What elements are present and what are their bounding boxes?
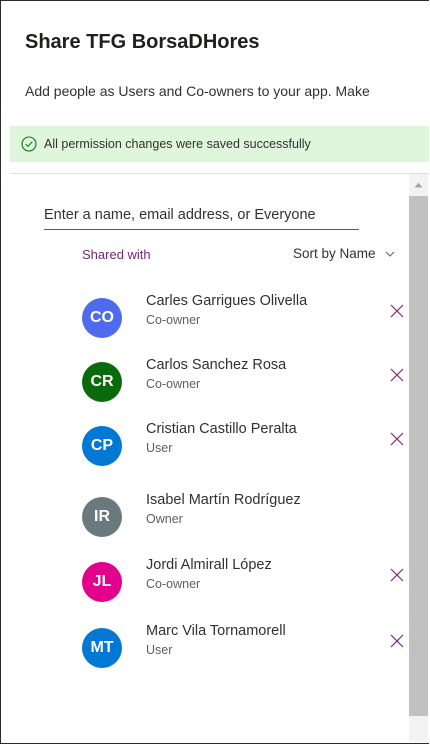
shared-user-row: CO Carles Garrigues Olivella Co-owner bbox=[82, 293, 412, 346]
shared-user-row: MT Marc Vila Tornamorell User bbox=[82, 623, 412, 676]
share-dialog: Share TFG BorsaDHores Add people as User… bbox=[0, 0, 429, 744]
shared-user-row: CP Cristian Castillo Peralta User bbox=[82, 421, 412, 474]
scroll-up-arrow-icon[interactable] bbox=[409, 174, 428, 196]
user-role: Co-owner bbox=[146, 377, 201, 391]
user-name: Carlos Sanchez Rosa bbox=[146, 357, 287, 373]
user-name: Marc Vila Tornamorell bbox=[146, 623, 286, 639]
success-message-text: All permission changes were saved succes… bbox=[44, 137, 311, 151]
remove-user-icon[interactable] bbox=[390, 304, 404, 318]
dialog-title: Share TFG BorsaDHores bbox=[25, 31, 260, 53]
avatar: JL bbox=[82, 562, 122, 602]
scrollbar-thumb[interactable] bbox=[409, 196, 428, 716]
shared-user-row: CR Carlos Sanchez Rosa Co-owner bbox=[82, 357, 412, 410]
user-role: Co-owner bbox=[146, 577, 201, 591]
remove-user-icon[interactable] bbox=[390, 634, 404, 648]
user-name: Jordi Almirall López bbox=[146, 557, 272, 573]
remove-user-icon[interactable] bbox=[390, 432, 404, 446]
remove-user-icon[interactable] bbox=[390, 368, 404, 382]
avatar: CR bbox=[82, 362, 122, 402]
avatar: IR bbox=[82, 497, 122, 537]
user-role: Owner bbox=[146, 512, 183, 526]
checkmark-circle-icon bbox=[21, 136, 37, 152]
success-message-bar: All permission changes were saved succes… bbox=[10, 126, 429, 162]
user-role: User bbox=[146, 441, 173, 455]
user-name: Carles Garrigues Olivella bbox=[146, 293, 308, 309]
sort-dropdown[interactable]: Sort by Name bbox=[293, 246, 395, 261]
divider bbox=[10, 173, 429, 174]
avatar: CP bbox=[82, 426, 122, 466]
avatar: CO bbox=[82, 298, 122, 338]
shared-user-row: JL Jordi Almirall López Co-owner bbox=[82, 557, 412, 610]
dialog-description: Add people as Users and Co-owners to you… bbox=[25, 83, 370, 99]
user-role: Co-owner bbox=[146, 313, 201, 327]
shared-user-row: IR Isabel Martín Rodríguez Owner bbox=[82, 492, 412, 545]
remove-user-icon[interactable] bbox=[390, 568, 404, 582]
user-name: Isabel Martín Rodríguez bbox=[146, 492, 301, 508]
people-search-input[interactable] bbox=[44, 201, 359, 230]
shared-with-label: Shared with bbox=[82, 247, 151, 262]
user-name: Cristian Castillo Peralta bbox=[146, 421, 297, 437]
chevron-down-icon bbox=[385, 250, 395, 258]
sort-label: Sort by Name bbox=[293, 246, 376, 261]
user-role: User bbox=[146, 643, 173, 657]
avatar: MT bbox=[82, 628, 122, 668]
